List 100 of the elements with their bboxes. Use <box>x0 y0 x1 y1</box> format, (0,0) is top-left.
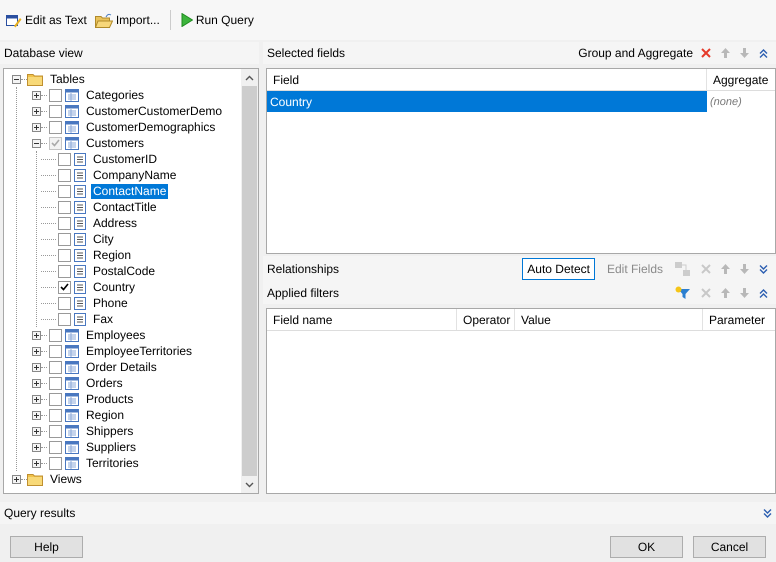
expand-node-icon[interactable] <box>32 426 41 436</box>
table-cell[interactable]: Country <box>267 91 707 112</box>
tree-item[interactable]: Orders <box>84 376 125 390</box>
checkbox[interactable] <box>49 376 62 390</box>
checkbox[interactable] <box>58 168 71 182</box>
tree-item[interactable]: Fax <box>91 312 116 326</box>
checkbox[interactable] <box>49 344 62 358</box>
collapse-icon[interactable] <box>759 288 768 298</box>
tree-item[interactable]: Shippers <box>84 424 136 438</box>
tree-item[interactable]: EmployeeTerritories <box>84 344 194 358</box>
table-cell[interactable]: (none) <box>707 91 775 112</box>
column-header[interactable]: Aggregate <box>707 69 775 90</box>
expand-node-icon[interactable] <box>32 362 41 372</box>
tree-item[interactable]: Categories <box>84 88 146 102</box>
checkbox[interactable] <box>49 104 62 118</box>
table-icon <box>65 440 79 454</box>
tree-item[interactable]: Employees <box>84 328 148 342</box>
tree-item[interactable]: Region <box>91 248 134 262</box>
collapse-node-icon[interactable] <box>12 74 21 84</box>
checkbox[interactable] <box>49 408 62 422</box>
collapse-icon[interactable] <box>759 48 768 58</box>
toolbar-button[interactable]: Edit as Text <box>4 10 89 30</box>
checkbox[interactable] <box>58 232 71 246</box>
group-aggregate-link[interactable]: Group and Aggregate <box>578 46 693 60</box>
delete-icon[interactable] <box>701 48 711 58</box>
checkbox[interactable] <box>58 264 71 278</box>
checkbox[interactable] <box>58 200 71 214</box>
checkbox[interactable] <box>49 360 62 374</box>
column-header[interactable]: Parameter <box>703 309 775 330</box>
edit-icon <box>6 12 22 28</box>
collapse-node-icon[interactable] <box>32 138 41 148</box>
expand-node-icon[interactable] <box>32 378 41 388</box>
expand-node-icon[interactable] <box>32 122 41 132</box>
tree-item[interactable]: Suppliers <box>84 440 138 454</box>
checkbox[interactable] <box>58 248 71 262</box>
expand-node-icon[interactable] <box>12 474 21 484</box>
tree-item[interactable]: CustomerCustomerDemo <box>84 104 224 118</box>
checkbox[interactable] <box>58 152 71 166</box>
help-button[interactable]: Help <box>10 536 83 558</box>
table-icon <box>65 328 79 342</box>
checkbox[interactable] <box>49 456 62 470</box>
tree-item[interactable]: Region <box>84 408 126 422</box>
tree-item[interactable]: PostalCode <box>91 264 158 278</box>
cancel-button[interactable]: Cancel <box>693 536 766 558</box>
add-filter-icon[interactable] <box>675 286 691 300</box>
toolbar-button[interactable]: Run Query <box>178 11 256 29</box>
tree-item[interactable]: Phone <box>91 296 130 310</box>
checkbox[interactable] <box>49 328 62 342</box>
expand-node-icon[interactable] <box>32 410 41 420</box>
tree-item[interactable]: Views <box>48 472 84 486</box>
tree-item[interactable]: Address <box>91 216 140 230</box>
scrollbar-thumb[interactable] <box>242 86 257 476</box>
checkbox[interactable] <box>49 136 62 150</box>
column-header[interactable]: Field name <box>267 309 457 330</box>
tree-item[interactable]: Products <box>84 392 136 406</box>
column-header[interactable]: Value <box>515 309 703 330</box>
panel-button[interactable]: Auto Detect <box>522 258 595 280</box>
checkbox[interactable] <box>49 440 62 454</box>
tree-item[interactable]: Tables <box>48 72 87 86</box>
tree-item[interactable]: CompanyName <box>91 168 178 182</box>
expand-node-icon[interactable] <box>32 394 41 404</box>
tree-item[interactable]: CustomerDemographics <box>84 120 218 134</box>
checkbox[interactable] <box>49 120 62 134</box>
checkbox[interactable] <box>49 392 62 406</box>
table-icon <box>65 424 79 438</box>
table-icon <box>65 104 79 118</box>
expand-icon[interactable] <box>763 508 772 518</box>
checkbox[interactable] <box>58 216 71 230</box>
tree-item[interactable]: Country <box>91 280 138 294</box>
checkbox[interactable] <box>58 312 71 326</box>
field-icon <box>74 168 86 182</box>
expand-icon[interactable] <box>759 264 768 274</box>
table-icon <box>65 456 79 470</box>
expand-node-icon[interactable] <box>32 106 41 116</box>
toolbar-button[interactable]: Import... <box>92 10 162 30</box>
scroll-up-icon[interactable] <box>245 74 254 80</box>
tree-item[interactable]: Customers <box>84 136 146 150</box>
expand-node-icon[interactable] <box>32 330 41 340</box>
ok-button[interactable]: OK <box>610 536 683 558</box>
column-header[interactable]: Field <box>267 69 707 90</box>
tree-item[interactable]: CustomerID <box>91 152 160 166</box>
expand-node-icon[interactable] <box>32 346 41 356</box>
checkbox[interactable] <box>58 280 71 294</box>
checkbox[interactable] <box>58 296 71 310</box>
expand-node-icon[interactable] <box>32 442 41 452</box>
checkbox[interactable] <box>49 424 62 438</box>
checkbox[interactable] <box>58 184 71 198</box>
tree-item[interactable]: ContactTitle <box>91 200 159 214</box>
column-header[interactable]: Operator <box>457 309 515 330</box>
scroll-down-icon[interactable] <box>245 482 254 488</box>
tree-item[interactable]: City <box>91 232 116 246</box>
table-icon <box>65 376 79 390</box>
tree-item[interactable]: Territories <box>84 456 141 470</box>
table-icon <box>65 360 79 374</box>
table-icon <box>65 392 79 406</box>
expand-node-icon[interactable] <box>32 90 41 100</box>
expand-node-icon[interactable] <box>32 458 41 468</box>
tree-item[interactable]: Order Details <box>84 360 159 374</box>
tree-item[interactable]: ContactName <box>91 184 168 198</box>
checkbox[interactable] <box>49 88 62 102</box>
